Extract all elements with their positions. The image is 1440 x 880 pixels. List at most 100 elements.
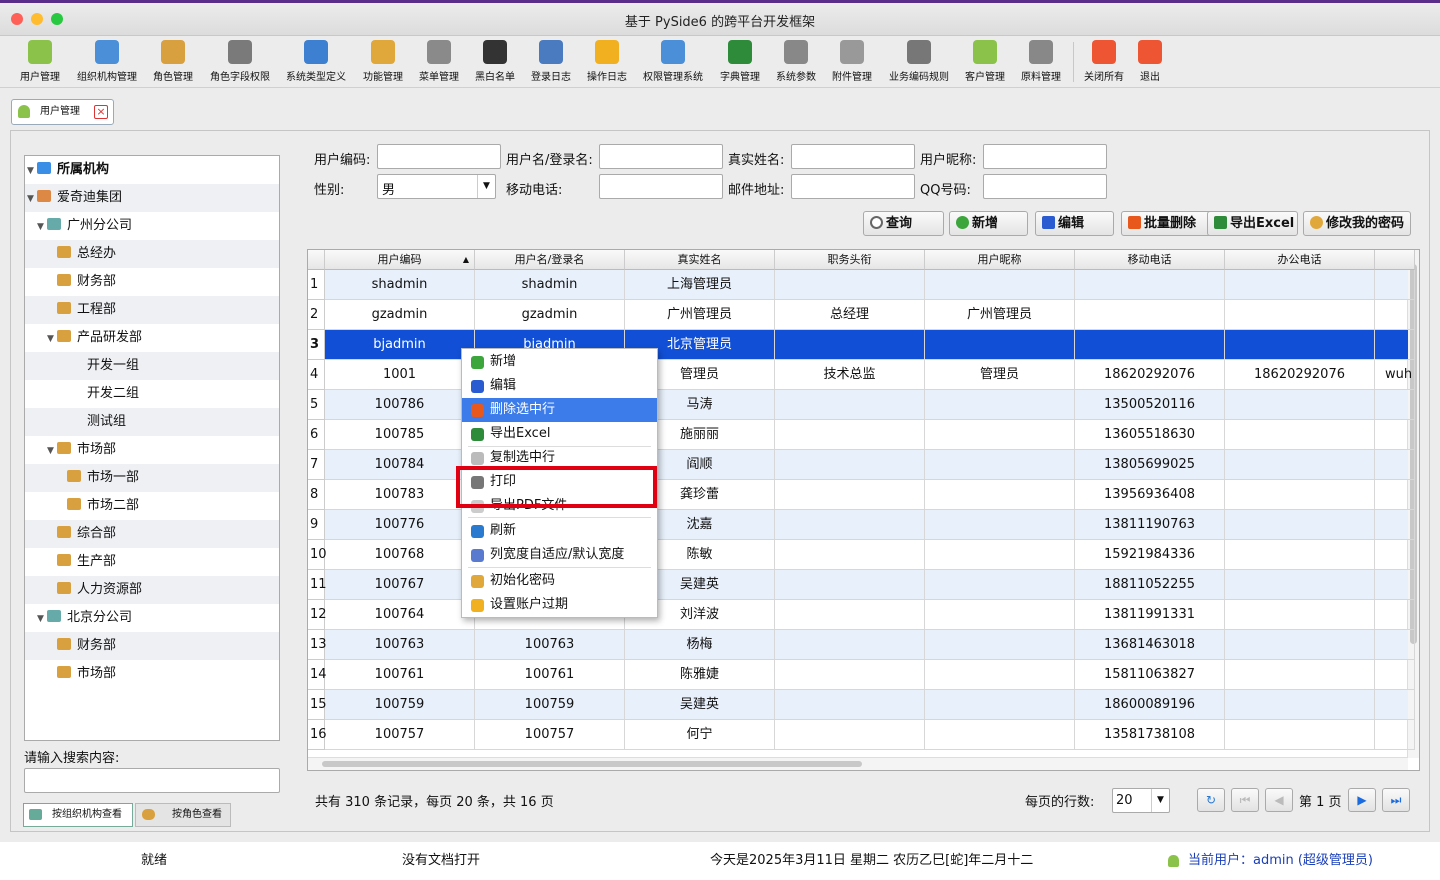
table-cell[interactable] — [1225, 480, 1375, 510]
tree-node[interactable]: 财务部 — [25, 268, 279, 296]
refresh-button[interactable]: ↻ — [1197, 788, 1225, 812]
table-cell[interactable] — [925, 390, 1075, 420]
table-cell[interactable]: 吴建英 — [625, 690, 775, 720]
table-cell[interactable]: 13811190763 — [1075, 510, 1225, 540]
toolbar-dictionary-button[interactable]: 字典管理 — [710, 40, 770, 83]
toolbar-business-code-button[interactable]: 业务编码规则 — [877, 40, 961, 83]
horizontal-scrollbar[interactable] — [308, 757, 1408, 770]
menu-item-refresh[interactable]: 刷新 — [462, 519, 657, 543]
email-input[interactable] — [791, 174, 915, 199]
table-row[interactable]: 14 100761 100761 陈雅婕 15811063827 — [308, 660, 1415, 690]
table-cell[interactable] — [1375, 720, 1415, 750]
table-cell[interactable] — [775, 600, 925, 630]
table-cell[interactable] — [1225, 510, 1375, 540]
tree-node[interactable]: 总经办 — [25, 240, 279, 268]
rows-per-page-select[interactable]: 20 ▼ — [1112, 788, 1170, 813]
table-cell[interactable]: 100757 — [475, 720, 625, 750]
toolbar-material-button[interactable]: 原料管理 — [1011, 40, 1071, 83]
table-cell[interactable] — [775, 630, 925, 660]
table-cell[interactable]: 100776 — [325, 510, 475, 540]
table-cell[interactable] — [1075, 330, 1225, 360]
table-cell[interactable] — [925, 600, 1075, 630]
table-cell[interactable]: 100759 — [325, 690, 475, 720]
toolbar-customer-button[interactable]: 客户管理 — [955, 40, 1015, 83]
table-cell[interactable]: 100763 — [325, 630, 475, 660]
table-cell[interactable] — [775, 450, 925, 480]
table-cell[interactable] — [1225, 330, 1375, 360]
tree-node[interactable]: ▼ 广州分公司 — [25, 212, 279, 240]
change-password-button[interactable]: 修改我的密码 — [1303, 211, 1411, 236]
toolbar-function-management-button[interactable]: 功能管理 — [353, 40, 413, 83]
table-cell[interactable]: 管理员 — [925, 360, 1075, 390]
table-cell[interactable] — [775, 480, 925, 510]
login-name-input[interactable] — [599, 144, 723, 169]
tree-node[interactable]: ▼ 产品研发部 — [25, 324, 279, 352]
menu-item-set-expiry[interactable]: 设置账户过期 — [462, 593, 657, 617]
table-cell[interactable] — [1225, 270, 1375, 300]
last-page-button[interactable]: ⏭ — [1382, 788, 1410, 812]
tree-node[interactable]: 市场一部 — [25, 464, 279, 492]
table-cell[interactable]: gzadmin — [475, 300, 625, 330]
table-cell[interactable] — [1225, 540, 1375, 570]
table-cell[interactable] — [1375, 270, 1415, 300]
table-cell[interactable] — [925, 510, 1075, 540]
table-cell[interactable] — [1225, 720, 1375, 750]
toolbar-role-management-button[interactable]: 角色管理 — [143, 40, 203, 83]
table-cell[interactable] — [1225, 450, 1375, 480]
table-cell[interactable]: 100761 — [475, 660, 625, 690]
table-cell[interactable] — [925, 270, 1075, 300]
table-cell[interactable] — [1375, 540, 1415, 570]
table-cell[interactable] — [925, 720, 1075, 750]
table-cell[interactable]: shadmin — [475, 270, 625, 300]
tree-node[interactable]: 测试组 — [25, 408, 279, 436]
table-cell[interactable]: 100783 — [325, 480, 475, 510]
next-page-button[interactable]: ▶ — [1348, 788, 1376, 812]
table-cell[interactable]: 100767 — [325, 570, 475, 600]
table-cell[interactable] — [925, 660, 1075, 690]
table-cell[interactable]: 100764 — [325, 600, 475, 630]
table-cell[interactable]: 13581738108 — [1075, 720, 1225, 750]
tab-by-org[interactable]: 按组织机构查看 — [23, 803, 133, 827]
table-cell[interactable]: 13956936408 — [1075, 480, 1225, 510]
table-cell[interactable]: 15921984336 — [1075, 540, 1225, 570]
table-cell[interactable] — [1225, 630, 1375, 660]
toolbar-blacklist-button[interactable]: 黑白名单 — [465, 40, 525, 83]
table-cell[interactable]: 杨梅 — [625, 630, 775, 660]
first-page-button[interactable]: ⏮ — [1231, 788, 1259, 812]
table-cell[interactable]: 广州管理员 — [925, 300, 1075, 330]
tree-node[interactable]: 开发一组 — [25, 352, 279, 380]
table-cell[interactable] — [925, 450, 1075, 480]
toolbar-org-management-button[interactable]: 组织机构管理 — [65, 40, 149, 83]
query-button[interactable]: 查询 — [863, 211, 944, 236]
toolbar-role-field-permission-button[interactable]: 角色字段权限 — [198, 40, 282, 83]
tab-user-management[interactable]: 用户管理 × — [11, 99, 114, 125]
column-header[interactable]: 职务头衔 — [775, 250, 925, 270]
tree-node[interactable]: 市场二部 — [25, 492, 279, 520]
table-cell[interactable] — [925, 570, 1075, 600]
table-cell[interactable] — [1225, 570, 1375, 600]
table-cell[interactable] — [1375, 300, 1415, 330]
table-cell[interactable]: 100761 — [325, 660, 475, 690]
table-row[interactable]: 1 shadmin shadmin 上海管理员 — [308, 270, 1415, 300]
table-cell[interactable]: 13805699025 — [1075, 450, 1225, 480]
table-cell[interactable] — [775, 660, 925, 690]
toolbar-attachment-button[interactable]: 附件管理 — [822, 40, 882, 83]
close-tab-icon[interactable]: × — [94, 105, 108, 119]
table-cell[interactable] — [775, 390, 925, 420]
table-cell[interactable]: 100763 — [475, 630, 625, 660]
toolbar-exit-button[interactable]: 退出 — [1120, 40, 1180, 83]
menu-item-init-password[interactable]: 初始化密码 — [462, 569, 657, 593]
table-cell[interactable] — [1225, 660, 1375, 690]
table-cell[interactable] — [1225, 600, 1375, 630]
table-cell[interactable] — [1375, 660, 1415, 690]
qq-input[interactable] — [983, 174, 1107, 199]
table-cell[interactable] — [1375, 390, 1415, 420]
table-cell[interactable]: 18620292076 — [1075, 360, 1225, 390]
tree-node[interactable]: 市场部 — [25, 660, 279, 688]
table-cell[interactable] — [1225, 420, 1375, 450]
table-row[interactable]: 2 gzadmin gzadmin 广州管理员 总经理 广州管理员 — [308, 300, 1415, 330]
gender-select[interactable]: 男 ▼ — [377, 174, 496, 199]
toolbar-login-log-button[interactable]: 登录日志 — [521, 40, 581, 83]
table-cell[interactable] — [1375, 450, 1415, 480]
table-cell[interactable] — [1375, 480, 1415, 510]
